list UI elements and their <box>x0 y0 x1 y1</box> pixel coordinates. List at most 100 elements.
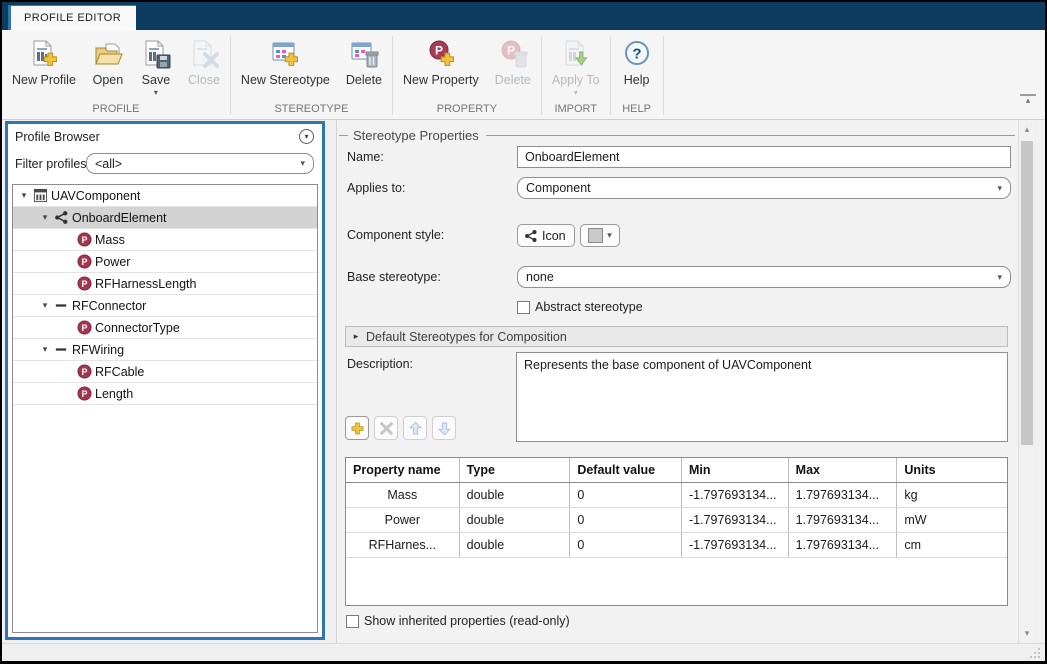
applies-to-dropdown[interactable]: Component ▾ <box>517 177 1011 199</box>
property-icon: P <box>75 254 94 269</box>
svg-text:P: P <box>82 323 88 333</box>
cell-type[interactable]: double <box>460 508 571 532</box>
cell-type[interactable]: double <box>460 483 571 507</box>
tree-item-label: RFHarnessLength <box>95 277 196 291</box>
tab-profile-editor[interactable]: PROFILE EDITOR <box>8 5 136 30</box>
table-header-row: Property name Type Default value Min Max… <box>346 458 1007 483</box>
column-header: Units <box>897 458 1007 482</box>
name-label: Name: <box>347 150 384 164</box>
profile-tree: ▾ UAVComponent ▾ <box>12 184 318 633</box>
tree-item-rfconnector[interactable]: ▾ RFConnector <box>13 295 317 317</box>
delete-property-icon: P <box>497 35 529 73</box>
tree-item-rfharnesslength[interactable]: P RFHarnessLength <box>13 273 317 295</box>
name-input[interactable]: OnboardElement <box>517 146 1011 168</box>
table-row-rfharnesslength: RFHarnes... double 0 -1.797693134... 1.7… <box>346 533 1007 558</box>
toolbar-group-help-label: HELP <box>613 103 661 119</box>
cell-min[interactable]: -1.797693134... <box>682 533 789 557</box>
tab-strip: PROFILE EDITOR <box>2 2 1045 30</box>
abstract-stereotype-checkbox[interactable] <box>517 301 530 314</box>
tree-item-power[interactable]: P Power <box>13 251 317 273</box>
tree-item-uavcomponent[interactable]: ▾ UAVComponent <box>13 185 317 207</box>
cell-units[interactable]: mW <box>897 508 1007 532</box>
description-textarea[interactable]: Represents the base component of UAVComp… <box>516 352 1008 442</box>
abstract-stereotype-row: Abstract stereotype <box>517 300 643 314</box>
default-stereotypes-expander[interactable]: ▸ Default Stereotypes for Composition <box>345 326 1008 347</box>
new-profile-button[interactable]: New Profile <box>4 35 84 98</box>
cell-default[interactable]: 0 <box>570 483 682 507</box>
add-property-button[interactable] <box>345 416 369 440</box>
svg-text:P: P <box>82 367 88 377</box>
cell-max[interactable]: 1.797693134... <box>789 533 898 557</box>
share-icon <box>524 229 538 243</box>
expand-triangle-icon[interactable]: ▾ <box>17 190 31 201</box>
new-property-icon: P <box>425 35 457 73</box>
table-row-power: Power double 0 -1.797693134... 1.7976931… <box>346 508 1007 533</box>
expand-triangle-icon[interactable]: ▾ <box>38 212 52 223</box>
toolbar-group-property-label: PROPERTY <box>395 103 539 119</box>
expand-triangle-icon[interactable]: ▾ <box>38 344 52 355</box>
cell-min[interactable]: -1.797693134... <box>682 483 789 507</box>
show-inherited-checkbox[interactable] <box>346 615 359 628</box>
delete-property-label: Delete <box>495 73 531 88</box>
tree-item-rfwiring[interactable]: ▾ RFWiring <box>13 339 317 361</box>
cell-property-name[interactable]: RFHarnes... <box>346 533 460 557</box>
filter-profiles-label: Filter profiles: <box>15 157 90 171</box>
cell-min[interactable]: -1.797693134... <box>682 508 789 532</box>
cell-max[interactable]: 1.797693134... <box>789 508 898 532</box>
expand-triangle-icon[interactable]: ▾ <box>38 300 52 311</box>
filter-profiles-dropdown[interactable]: <all> ▾ <box>86 153 314 174</box>
cell-type[interactable]: double <box>460 533 571 557</box>
svg-text:P: P <box>82 279 88 289</box>
tree-item-connectortype[interactable]: P ConnectorType <box>13 317 317 339</box>
tree-item-label: Mass <box>95 233 125 247</box>
chevron-up-icon: ▴ <box>1020 96 1036 105</box>
vertical-scrollbar[interactable]: ▴ ▾ <box>1018 120 1035 643</box>
cell-units[interactable]: kg <box>897 483 1007 507</box>
save-dropdown-caret[interactable]: ▾ <box>154 88 158 98</box>
tree-item-mass[interactable]: P Mass <box>13 229 317 251</box>
cell-default[interactable]: 0 <box>570 508 682 532</box>
save-label: Save <box>142 73 171 88</box>
new-property-button[interactable]: P New Property <box>395 35 487 98</box>
remove-property-button <box>374 416 398 440</box>
panel-menu-button[interactable]: ▾ <box>299 129 314 144</box>
property-icon: P <box>75 276 94 291</box>
svg-text:P: P <box>82 235 88 245</box>
scrollbar-thumb[interactable] <box>1021 141 1033 445</box>
component-stereotype-icon <box>52 210 71 225</box>
cell-max[interactable]: 1.797693134... <box>789 483 898 507</box>
toolbar-group-profile: New Profile Open <box>4 30 228 119</box>
chevron-down-icon: ▾ <box>997 272 1002 283</box>
arrow-up-icon <box>407 420 424 437</box>
profile-editor-window: PROFILE EDITOR <box>0 0 1047 664</box>
open-button[interactable]: Open <box>84 35 132 98</box>
property-icon: P <box>75 232 94 247</box>
toolbar-separator <box>230 36 231 115</box>
tree-item-length[interactable]: P Length <box>13 383 317 405</box>
help-label: Help <box>624 73 650 88</box>
component-color-dropdown[interactable]: ▾ <box>580 224 620 247</box>
toolbar-group-help: ? Help HELP <box>613 30 661 119</box>
minimize-toolstrip-button[interactable]: ▴ <box>1020 94 1036 105</box>
toolbar-separator <box>392 36 393 115</box>
new-stereotype-label: New Stereotype <box>241 73 330 88</box>
cell-units[interactable]: cm <box>897 533 1007 557</box>
cell-property-name[interactable]: Mass <box>346 483 460 507</box>
delete-stereotype-button[interactable]: Delete <box>338 35 390 98</box>
component-style-icon-button[interactable]: Icon <box>517 224 575 247</box>
cell-property-name[interactable]: Power <box>346 508 460 532</box>
applies-to-value: Component <box>526 181 591 195</box>
help-button[interactable]: ? Help <box>613 35 661 98</box>
tree-item-onboardelement[interactable]: ▾ OnboardElement <box>13 207 317 229</box>
resize-grip-icon[interactable] <box>1030 647 1041 658</box>
close-icon <box>188 35 220 73</box>
base-stereotype-dropdown[interactable]: none ▾ <box>517 266 1011 288</box>
scroll-down-arrow[interactable]: ▾ <box>1019 628 1035 639</box>
cell-default[interactable]: 0 <box>570 533 682 557</box>
save-button[interactable]: Save ▾ <box>132 35 180 98</box>
table-row-mass: Mass double 0 -1.797693134... 1.79769313… <box>346 483 1007 508</box>
scroll-up-arrow[interactable]: ▴ <box>1019 124 1035 135</box>
new-stereotype-button[interactable]: New Stereotype <box>233 35 338 98</box>
tree-item-rfcable[interactable]: P RFCable <box>13 361 317 383</box>
tree-item-label: ConnectorType <box>95 321 180 335</box>
